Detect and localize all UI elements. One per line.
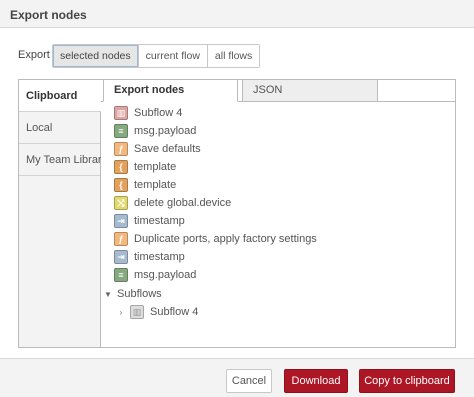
change-icon: ⤭: [114, 196, 128, 210]
subflow-tree-node[interactable]: › ▥ Subflow 4: [117, 303, 198, 321]
export-view-tabs: Export nodes JSON: [101, 80, 455, 102]
node-label: timestamp: [134, 215, 185, 227]
inject-icon: ⇥: [114, 214, 128, 228]
inject-icon: ⇥: [114, 250, 128, 264]
node-label: msg.payload: [134, 269, 197, 281]
export-scope-group: selected nodes current flow all flows: [52, 44, 261, 68]
download-button[interactable]: Download: [284, 369, 348, 393]
export-content: Export nodes JSON ▥ Subflow 4 ≡ msg.payl…: [101, 80, 455, 347]
side-tab-clipboard[interactable]: Clipboard: [19, 80, 101, 112]
side-tab-local[interactable]: Local: [19, 112, 100, 144]
export-selected-nodes-button[interactable]: selected nodes: [53, 45, 139, 67]
dialog-title-bar: Export nodes: [0, 0, 474, 28]
tree-node[interactable]: ƒ Duplicate ports, apply factory setting…: [114, 230, 317, 248]
node-label: Save defaults: [134, 143, 201, 155]
tree-node[interactable]: { template: [114, 158, 176, 176]
tree-node[interactable]: ≡ msg.payload: [114, 122, 196, 140]
template-icon: {: [114, 178, 128, 192]
tree-node[interactable]: { template: [114, 176, 176, 194]
node-label: template: [134, 179, 177, 191]
export-all-flows-button[interactable]: all flows: [207, 45, 260, 67]
template-icon: {: [114, 160, 128, 174]
node-label: Duplicate ports, apply factory settings: [134, 233, 317, 245]
debug-icon: ≡: [114, 124, 128, 138]
subflows-group-header[interactable]: ▼ Subflows: [104, 285, 162, 303]
subflows-label: Subflows: [117, 288, 162, 300]
chevron-down-icon: ▼: [104, 289, 112, 299]
tree-node[interactable]: ≡ msg.payload: [114, 266, 196, 284]
function-icon: ƒ: [114, 232, 128, 246]
node-label: delete global.device: [134, 197, 232, 209]
tree-node[interactable]: ƒ Save defaults: [114, 140, 201, 158]
chevron-right-icon: ›: [119, 307, 123, 317]
debug-icon: ≡: [114, 268, 128, 282]
node-label: Subflow 4: [134, 107, 183, 119]
export-current-flow-button[interactable]: current flow: [138, 45, 208, 67]
export-panel: Clipboard Local My Team Library Export n…: [18, 79, 456, 348]
node-label: template: [134, 161, 177, 173]
side-tab-team-library[interactable]: My Team Library: [19, 144, 107, 176]
tree-node[interactable]: ▥ Subflow 4: [114, 104, 182, 122]
node-label: msg.payload: [134, 125, 197, 137]
copy-to-clipboard-button[interactable]: Copy to clipboard: [359, 369, 455, 393]
dialog-title: Export nodes: [10, 8, 87, 22]
subflow-icon: ▥: [130, 305, 144, 319]
export-label: Export: [18, 49, 50, 61]
tree-node[interactable]: ⤭ delete global.device: [114, 194, 231, 212]
library-side-tabs: Clipboard Local My Team Library: [19, 80, 107, 347]
tab-json[interactable]: JSON: [242, 80, 378, 102]
subflow-icon: ▥: [114, 106, 128, 120]
cancel-button[interactable]: Cancel: [226, 369, 272, 393]
tab-export-nodes[interactable]: Export nodes: [103, 80, 238, 102]
tree-node[interactable]: ⇥ timestamp: [114, 212, 185, 230]
tree-node[interactable]: ⇥ timestamp: [114, 248, 185, 266]
node-label: Subflow 4: [150, 306, 199, 318]
function-icon: ƒ: [114, 142, 128, 156]
node-label: timestamp: [134, 251, 185, 263]
dialog-footer: Cancel Download Copy to clipboard: [0, 358, 474, 397]
